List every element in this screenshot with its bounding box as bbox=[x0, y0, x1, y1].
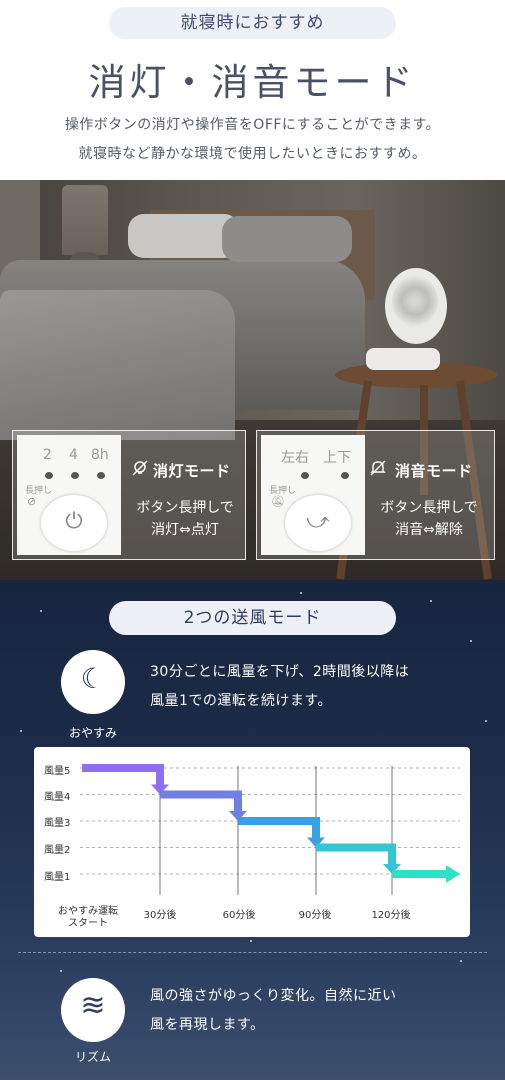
rhythm-badge: ≋ bbox=[61, 978, 125, 1042]
fan-level-drop bbox=[388, 843, 396, 864]
x-tick-label: おやすみ運転 スタート bbox=[58, 906, 118, 929]
fan-level-drop bbox=[156, 764, 164, 785]
fan-level-step bbox=[392, 870, 448, 878]
rhythm-label: リズム bbox=[74, 1050, 111, 1064]
fan-level-drop bbox=[234, 790, 242, 811]
right-arrow-icon bbox=[446, 865, 460, 883]
fan-level-step bbox=[238, 817, 320, 825]
x-tick-label: 120分後 bbox=[371, 910, 411, 921]
section-divider bbox=[18, 952, 487, 953]
wind-icon: ≋ bbox=[80, 988, 106, 1023]
x-tick-label: 30分後 bbox=[143, 910, 177, 921]
rhythm-text-2: 風を再現します。 bbox=[150, 1017, 265, 1033]
fan-level-drop bbox=[312, 817, 320, 838]
fan-level-step bbox=[82, 764, 164, 772]
fan-level-step bbox=[316, 843, 396, 852]
rhythm-text-1: 風の強さがゆっくり変化。自然に近い bbox=[150, 988, 397, 1004]
fan-level-step bbox=[160, 790, 242, 799]
x-tick-label: 90分後 bbox=[298, 910, 332, 921]
x-tick-label: 60分後 bbox=[222, 910, 256, 921]
